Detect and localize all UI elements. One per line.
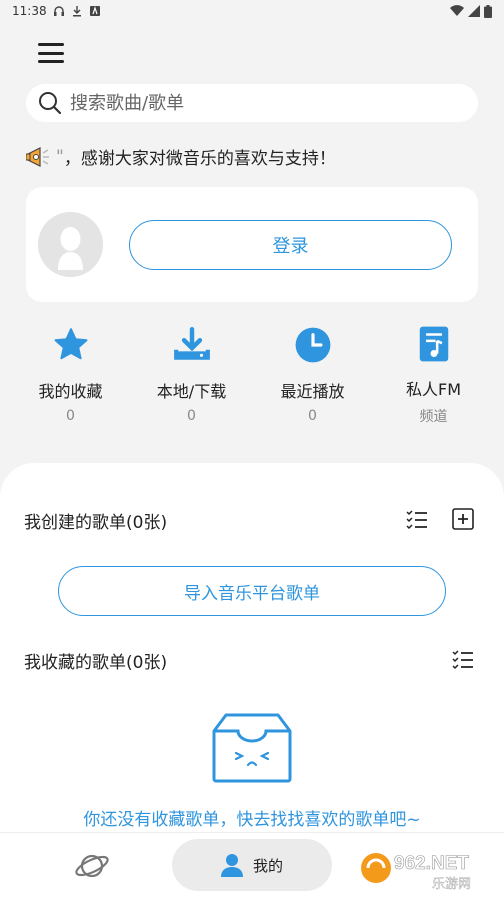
wifi-icon: [450, 5, 464, 17]
quick-item-local-download[interactable]: 本地/下载 0: [137, 325, 247, 425]
quick-item-favorites[interactable]: 我的收藏 0: [16, 325, 126, 425]
quick-item-label: 本地/下载: [156, 382, 227, 401]
empty-message: 你还没有收藏歌单，快去找找喜欢的歌单吧~: [83, 810, 421, 830]
download-status-icon: [72, 6, 81, 17]
clock-icon: [295, 327, 330, 363]
quick-item-count: 频道: [419, 409, 448, 425]
download-icon: [173, 326, 210, 360]
notice-quote: ": [56, 146, 64, 167]
manage-collected-list-icon[interactable]: [451, 647, 475, 671]
avatar[interactable]: [38, 212, 103, 277]
import-playlist-button[interactable]: 导入音乐平台歌单: [58, 566, 446, 616]
menu-icon: [38, 43, 64, 46]
user-icon: [220, 854, 243, 877]
quick-actions: 我的收藏 0 本地/下载 0 最近播放 0 私人FM 频道: [0, 325, 504, 425]
music-file-icon: [419, 326, 448, 362]
menu-button[interactable]: [36, 40, 66, 66]
empty-box-icon: [212, 713, 292, 783]
quick-item-private-fm[interactable]: 私人FM 频道: [379, 325, 489, 425]
watermark-text-bottom: 乐游网: [432, 877, 471, 892]
status-bar: 11:38: [0, 0, 504, 22]
headset-icon: [53, 6, 64, 16]
star-icon: [54, 328, 87, 360]
add-playlist-icon[interactable]: [451, 507, 475, 531]
quick-item-label: 我的收藏: [38, 382, 103, 401]
notice-text: ，感谢大家对微音乐的喜欢与支持！: [63, 149, 336, 169]
quick-item-label: 私人FM: [405, 380, 461, 399]
site-watermark-logo: 962.NET 乐游网: [361, 853, 471, 892]
login-button[interactable]: 登录: [129, 220, 452, 270]
battery-icon: [484, 4, 492, 18]
quick-item-count: 0: [187, 408, 196, 424]
manage-list-icon[interactable]: [405, 507, 429, 531]
collected-playlists-title: 我收藏的歌单(0张): [24, 653, 168, 673]
announcement: " ，感谢大家对微音乐的喜欢与支持！: [26, 144, 336, 169]
login-card: 登录: [26, 187, 478, 302]
search-input[interactable]: [70, 92, 450, 114]
megaphone-icon: [26, 146, 49, 167]
quick-item-recent[interactable]: 最近播放 0: [258, 325, 368, 425]
signal-icon: [468, 5, 480, 17]
app-notification-icon: [89, 6, 100, 16]
search-icon: [39, 92, 62, 115]
user-placeholder-icon: [38, 212, 103, 277]
planet-icon[interactable]: [74, 848, 110, 884]
quick-item-count: 0: [66, 408, 75, 424]
search-bar[interactable]: [26, 84, 478, 122]
nav-mine-tab[interactable]: 我的: [172, 839, 332, 891]
quick-item-label: 最近播放: [280, 382, 345, 401]
quick-item-count: 0: [308, 408, 317, 424]
watermark-text-top: 962.NET: [394, 853, 469, 874]
status-time: 11:38: [12, 4, 47, 18]
nav-mine-label: 我的: [252, 856, 283, 875]
created-playlists-title: 我创建的歌单(0张): [24, 513, 168, 533]
